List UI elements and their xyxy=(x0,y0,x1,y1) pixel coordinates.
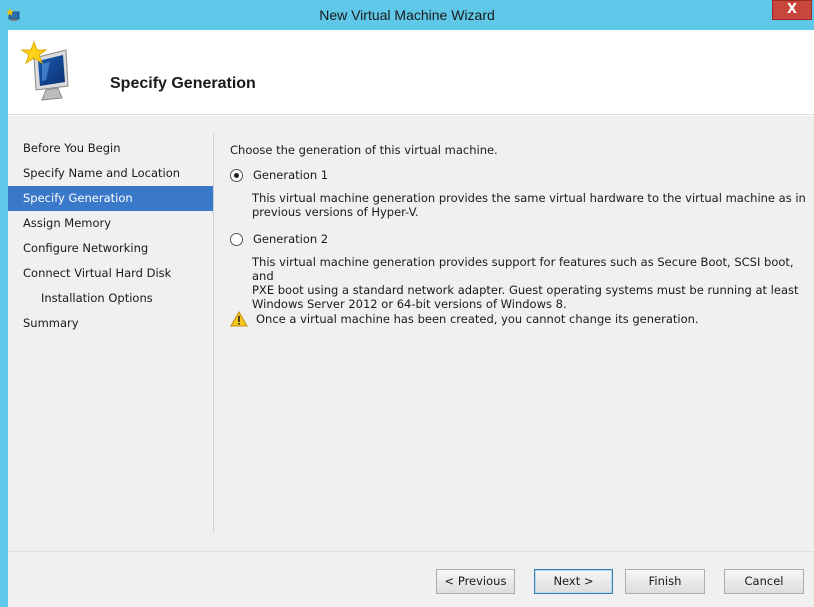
generation-2-radio[interactable] xyxy=(230,232,243,246)
generation-2-desc-line: Windows Server 2012 or 64-bit versions o… xyxy=(252,297,567,311)
previous-button[interactable]: < Previous xyxy=(436,569,515,594)
generation-prompt: Choose the generation of this virtual ma… xyxy=(230,143,498,157)
generation-2-description: This virtual machine generation provides… xyxy=(252,255,812,311)
generation-1-option[interactable]: Generation 1 xyxy=(230,167,328,183)
generation-2-option[interactable]: Generation 2 xyxy=(230,231,328,247)
window-title: New Virtual Machine Wizard xyxy=(319,7,495,23)
warning-text: Once a virtual machine has been created,… xyxy=(256,312,699,326)
generation-1-desc-line: previous versions of Hyper-V. xyxy=(252,205,419,219)
page-title: Specify Generation xyxy=(110,75,256,92)
next-button[interactable]: Next > xyxy=(534,569,613,594)
wizard-client-area: Specify Generation Before You Begin Spec… xyxy=(8,30,814,607)
step-divider xyxy=(213,134,214,532)
generation-2-desc-line: PXE boot using a standard network adapte… xyxy=(252,283,799,297)
generation-1-description: This virtual machine generation provides… xyxy=(252,191,812,219)
step-connect-virtual-hard-disk[interactable]: Connect Virtual Hard Disk xyxy=(8,261,213,286)
step-installation-options[interactable]: Installation Options xyxy=(8,286,213,311)
generation-warning: Once a virtual machine has been created,… xyxy=(230,311,699,327)
wizard-window: New Virtual Machine Wizard X Specify Gen… xyxy=(0,0,814,607)
wizard-header: Specify Generation xyxy=(8,30,814,115)
close-button[interactable]: X xyxy=(772,0,812,20)
generation-1-label[interactable]: Generation 1 xyxy=(253,168,328,182)
generation-2-desc-line: This virtual machine generation provides… xyxy=(252,255,794,283)
step-configure-networking[interactable]: Configure Networking xyxy=(8,236,213,261)
monitor-star-icon xyxy=(20,40,69,101)
step-specify-generation[interactable]: Specify Generation xyxy=(8,186,213,211)
step-assign-memory[interactable]: Assign Memory xyxy=(8,211,213,236)
cancel-button[interactable]: Cancel xyxy=(724,569,804,594)
generation-1-desc-line: This virtual machine generation provides… xyxy=(252,191,806,205)
title-bar[interactable]: New Virtual Machine Wizard X xyxy=(0,0,814,30)
wizard-footer: < Previous Next > Finish Cancel xyxy=(8,551,814,607)
step-before-you-begin[interactable]: Before You Begin xyxy=(8,136,213,161)
wizard-body: Before You Begin Specify Name and Locati… xyxy=(8,116,814,551)
step-specify-name-and-location[interactable]: Specify Name and Location xyxy=(8,161,213,186)
warning-icon xyxy=(230,311,248,327)
generation-1-radio[interactable] xyxy=(230,168,243,182)
step-summary[interactable]: Summary xyxy=(8,311,213,336)
step-list: Before You Begin Specify Name and Locati… xyxy=(8,136,213,336)
finish-button[interactable]: Finish xyxy=(625,569,705,594)
generation-2-label[interactable]: Generation 2 xyxy=(253,232,328,246)
